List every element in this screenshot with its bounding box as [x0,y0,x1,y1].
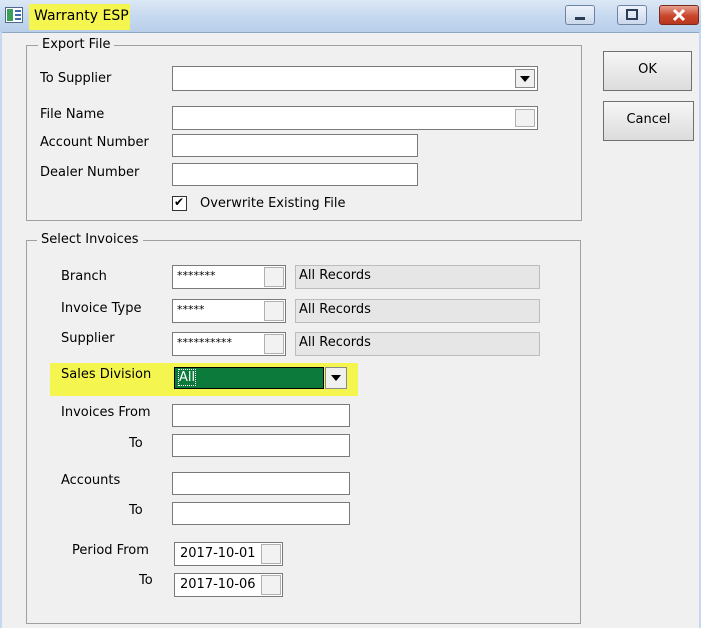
sales-division-value: All [177,369,197,386]
invoice-type-description: All Records [295,299,540,323]
branch-description: All Records [295,265,540,289]
supplier-description: All Records [295,332,540,356]
maximize-icon [626,9,638,20]
window-frame-left [0,32,2,628]
period-to-calendar-button[interactable] [261,575,281,595]
overwrite-checkbox[interactable]: ✔ [172,195,187,211]
branch-label: Branch [61,269,107,284]
ok-button[interactable]: OK [603,51,692,91]
app-icon [5,7,23,23]
window-title: Warranty ESP [34,8,129,24]
file-name-label: File Name [40,107,105,122]
dealer-number-input[interactable] [172,163,418,186]
minimize-icon [575,17,585,20]
invoice-type-lookup-button[interactable] [264,301,284,321]
minimize-button[interactable] [565,5,595,25]
close-icon [672,8,686,22]
sales-division-dropdown[interactable]: All [174,367,324,389]
select-invoices-group [26,240,581,624]
period-to-label: To [139,573,153,588]
invoices-from-input[interactable] [172,404,350,427]
dealer-number-label: Dealer Number [40,165,140,180]
branch-lookup-button[interactable] [264,267,284,287]
dropdown-arrow-icon [331,375,341,381]
accounts-from-input[interactable] [172,472,350,495]
overwrite-label[interactable]: Overwrite Existing File [200,196,345,211]
file-name-input[interactable] [172,106,538,130]
accounts-to-label: To [129,503,143,518]
maximize-button[interactable] [617,5,647,25]
invoices-to-input[interactable] [172,434,350,457]
export-file-legend: Export File [38,37,115,52]
to-supplier-dropdown-button[interactable] [515,69,535,88]
check-icon: ✔ [174,195,185,209]
cancel-button[interactable]: Cancel [603,101,694,141]
account-number-input[interactable] [172,134,418,157]
sales-division-dropdown-button[interactable] [325,367,347,389]
period-from-calendar-button[interactable] [261,544,281,564]
invoices-to-label: To [129,436,143,451]
account-number-label: Account Number [40,135,149,150]
accounts-label: Accounts [61,473,121,488]
period-from-label: Period From [72,543,149,558]
invoices-from-label: Invoices From [61,405,151,420]
close-button[interactable] [659,5,699,25]
file-name-browse-button[interactable] [515,109,535,127]
to-supplier-dropdown[interactable] [172,66,538,91]
sales-division-label: Sales Division [61,367,152,382]
select-invoices-legend: Select Invoices [37,232,143,247]
supplier-label: Supplier [61,331,115,346]
accounts-to-input[interactable] [172,502,350,525]
supplier-lookup-button[interactable] [264,334,284,354]
to-supplier-label: To Supplier [40,71,112,86]
dropdown-arrow-icon [520,76,530,82]
invoice-type-label: Invoice Type [61,301,142,316]
